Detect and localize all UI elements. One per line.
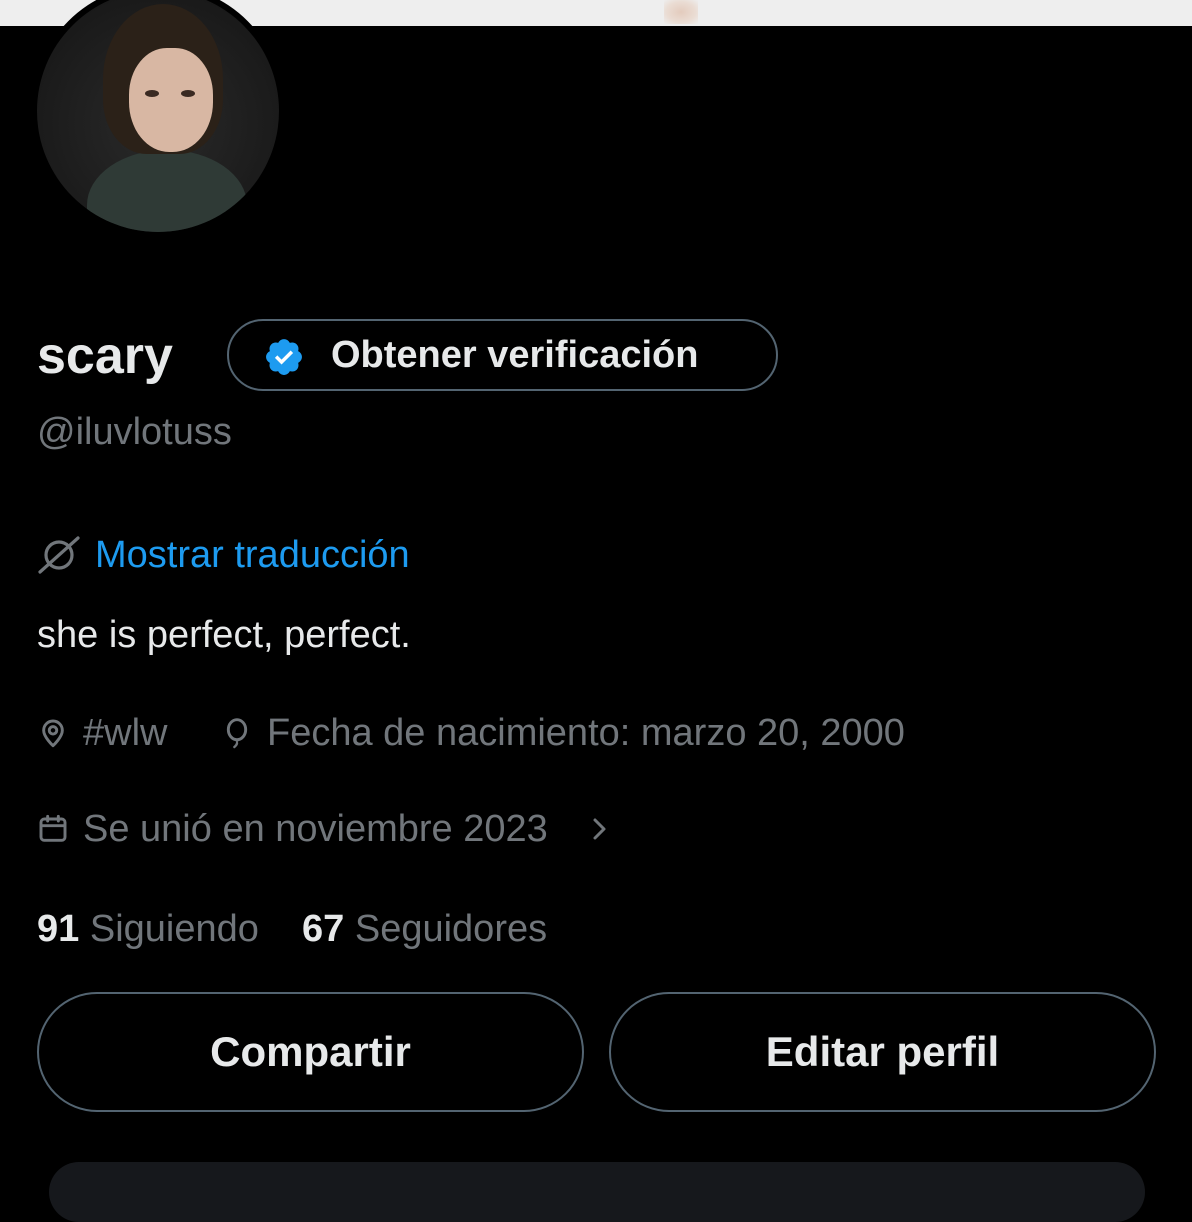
following-link[interactable]: 91 Siguiendo xyxy=(37,908,269,950)
edit-profile-button[interactable]: Editar perfil xyxy=(609,992,1156,1112)
chevron-right-icon xyxy=(593,818,606,840)
display-name: scary xyxy=(37,327,173,385)
location-text: #wlw xyxy=(83,712,168,754)
edit-profile-button-label: Editar perfil xyxy=(765,1028,1000,1075)
balloon-icon xyxy=(226,718,248,749)
profile-meta-row: #wlw Fecha de nacimiento: marzo 20, 2000 xyxy=(37,708,997,758)
followers-label: Seguidores xyxy=(354,908,548,950)
birthdate-text: Fecha de nacimiento: marzo 20, 2000 xyxy=(267,712,905,754)
translate-icon xyxy=(38,536,80,574)
avatar[interactable] xyxy=(31,0,285,238)
joined-row[interactable]: Se unió en noviembre 2023 xyxy=(37,804,637,854)
share-button-label: Compartir xyxy=(210,1028,411,1075)
follow-counts: 91 Siguiendo 67 Seguidores xyxy=(37,904,547,954)
followers-count: 67 xyxy=(302,908,345,950)
verified-badge-icon xyxy=(266,339,302,375)
share-button[interactable]: Compartir xyxy=(37,992,584,1112)
calendar-icon xyxy=(39,814,67,842)
following-count: 91 xyxy=(37,908,80,950)
location-pin-icon xyxy=(42,719,64,748)
avatar-photo xyxy=(37,0,279,232)
show-translation-label: Mostrar traducción xyxy=(95,534,410,576)
get-verified-button[interactable]: Obtener verificación xyxy=(227,319,778,391)
bottom-card xyxy=(49,1162,1145,1222)
get-verified-label: Obtener verificación xyxy=(331,334,699,376)
username-handle: @iluvlotuss xyxy=(37,411,232,453)
joined-text: Se unió en noviembre 2023 xyxy=(83,808,548,850)
bio-text: she is perfect, perfect. xyxy=(37,614,411,656)
following-label: Siguiendo xyxy=(89,908,259,950)
followers-link[interactable]: 67 Seguidores xyxy=(302,908,547,950)
banner-image-detail xyxy=(664,0,698,24)
